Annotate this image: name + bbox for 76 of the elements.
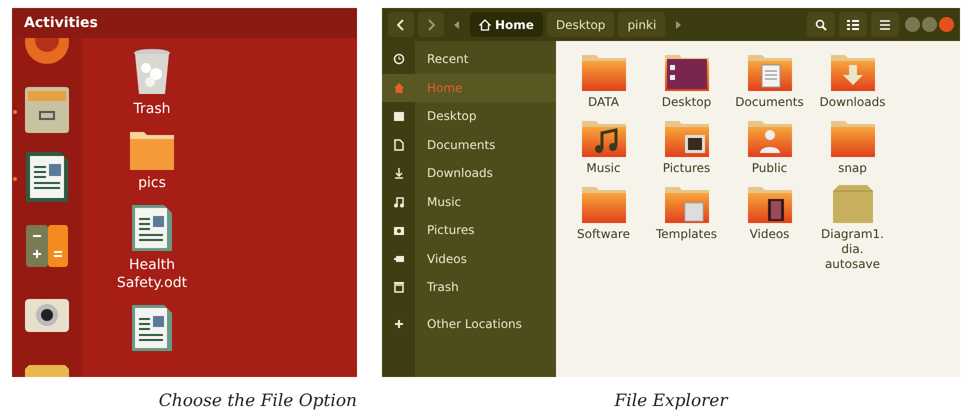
- desktop-icon-label[interactable]: Trash: [134, 100, 170, 118]
- search-button[interactable]: [807, 12, 835, 37]
- public-folder-icon: [746, 119, 794, 157]
- figure-caption: File Explorer: [614, 390, 728, 413]
- right-triangle-icon: [675, 20, 682, 28]
- file-label[interactable]: Desktop: [662, 95, 712, 110]
- videos-folder-icon: [746, 185, 794, 223]
- sidebar-item[interactable]: Other Locations: [382, 310, 556, 338]
- folder-icon: [24, 365, 70, 377]
- running-indicator: [13, 177, 17, 182]
- file-label[interactable]: snap: [838, 161, 867, 176]
- maximize-button[interactable]: [922, 17, 937, 32]
- sidebar-item[interactable]: Music: [382, 188, 556, 216]
- plus-icon: [392, 318, 404, 330]
- file-label[interactable]: Public: [752, 161, 788, 176]
- downloads-folder-icon: [828, 53, 876, 91]
- folder-icon: [580, 185, 628, 223]
- back-icon: [397, 18, 405, 30]
- document-icon: [25, 151, 69, 204]
- menu-icon: [880, 20, 890, 30]
- file-label[interactable]: Music: [586, 161, 621, 176]
- search-icon: [815, 18, 827, 30]
- forward-button[interactable]: [418, 12, 444, 37]
- file-label[interactable]: Software: [577, 227, 630, 242]
- folder-icon: [828, 119, 876, 157]
- music-icon: [392, 196, 404, 208]
- sidebar-item[interactable]: Downloads: [382, 159, 556, 188]
- desktop-icon: [392, 110, 404, 122]
- download-icon: [392, 167, 404, 180]
- forward-icon: [427, 18, 435, 30]
- trash-icon: [392, 281, 404, 294]
- path-button[interactable]: Home: [470, 12, 543, 37]
- document-icon: [131, 304, 173, 352]
- file-label[interactable]: Diagram1. dia. autosave: [821, 227, 884, 272]
- sidebar-item[interactable]: Desktop: [382, 102, 556, 130]
- path-button[interactable]: Desktop: [546, 12, 614, 37]
- list-view-icon: [847, 20, 859, 30]
- music-folder-icon: [580, 119, 628, 157]
- document-icon: [131, 204, 173, 252]
- file-cabinet-icon: [24, 86, 70, 134]
- folder-icon: [580, 53, 628, 91]
- file-label[interactable]: Documents: [735, 95, 804, 110]
- desktop-icon-label[interactable]: pics: [138, 174, 166, 192]
- file-label[interactable]: Videos: [750, 227, 790, 242]
- menu-button[interactable]: [871, 12, 899, 37]
- close-button[interactable]: [939, 17, 954, 32]
- minimize-button[interactable]: [905, 17, 920, 32]
- desktop-folder-icon: [662, 53, 710, 91]
- sidebar-item[interactable]: Documents: [382, 130, 556, 159]
- activities-label[interactable]: Activities: [24, 12, 98, 34]
- left-triangle-icon: [454, 20, 460, 28]
- document-icon: [392, 138, 404, 151]
- file-label[interactable]: Downloads: [820, 95, 886, 110]
- sidebar-item[interactable]: Trash: [382, 273, 556, 302]
- desktop-icon-label[interactable]: Health Safety.odt: [116, 256, 188, 292]
- calculator-icon: [25, 224, 69, 268]
- documents-folder-icon: [746, 53, 794, 91]
- clock-icon: [392, 53, 404, 66]
- file-label[interactable]: Pictures: [662, 161, 710, 176]
- sidebar-item[interactable]: Pictures: [382, 216, 556, 244]
- sidebar-item[interactable]: Recent: [382, 45, 556, 74]
- view-toggle-button[interactable]: [839, 12, 867, 37]
- file-label[interactable]: Templates: [656, 227, 717, 242]
- sidebar-item[interactable]: Videos: [382, 244, 556, 273]
- home-icon: [479, 18, 491, 30]
- path-button[interactable]: pinki: [618, 12, 666, 37]
- home-icon: [392, 82, 404, 94]
- folder-icon: [128, 130, 176, 170]
- trash-icon: [132, 48, 172, 96]
- file-label[interactable]: DATA: [588, 95, 619, 110]
- back-button[interactable]: [388, 12, 414, 37]
- running-indicator: [13, 110, 17, 114]
- pictures-folder-icon: [662, 119, 710, 157]
- figure-caption: Choose the File Option: [158, 390, 357, 413]
- camera-icon: [392, 224, 404, 236]
- templates-folder-icon: [662, 185, 710, 223]
